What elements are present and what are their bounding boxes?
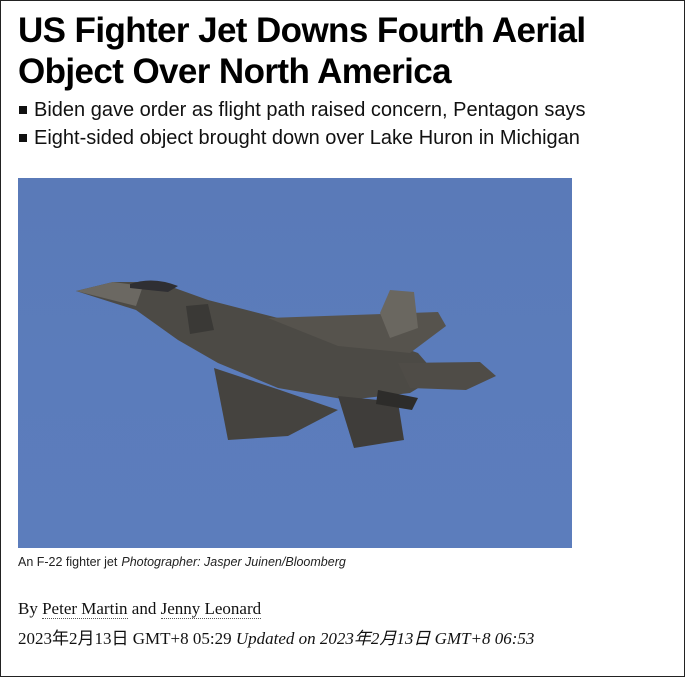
summary-bullet-text: Biden gave order as flight path raised c… <box>34 99 586 121</box>
fighter-jet-illustration <box>76 280 496 448</box>
byline: By Peter Martin and Jenny Leonard <box>18 599 262 619</box>
author-link-jenny-leonard[interactable]: Jenny Leonard <box>160 599 262 619</box>
photo-caption: An F-22 fighter jet Photographer: Jasper … <box>18 555 346 569</box>
caption-text: An F-22 fighter jet <box>18 555 118 569</box>
article-headline: US Fighter Jet Downs Fourth Aerial Objec… <box>18 11 586 91</box>
updated-date: Updated on 2023年2月13日 GMT+8 06:53 <box>235 629 535 648</box>
summary-bullets: Biden gave order as flight path raised c… <box>18 96 678 152</box>
jet-stabilizer <box>398 362 496 390</box>
article-photo[interactable] <box>18 178 572 548</box>
author-link-peter-martin[interactable]: Peter Martin <box>42 599 128 619</box>
summary-bullet: Eight-sided object brought down over Lak… <box>18 124 678 152</box>
byline-conjunction: and <box>131 599 157 618</box>
summary-bullet-text: Eight-sided object brought down over Lak… <box>34 127 580 149</box>
article-dates: 2023年2月13日 GMT+8 05:29 Updated on 2023年2… <box>18 626 578 652</box>
summary-bullet: Biden gave order as flight path raised c… <box>18 96 678 124</box>
square-bullet-icon <box>19 134 27 142</box>
byline-prefix: By <box>18 599 38 618</box>
photo-credit: Photographer: Jasper Juinen/Bloomberg <box>121 555 346 569</box>
square-bullet-icon <box>19 106 27 114</box>
published-date: 2023年2月13日 GMT+8 05:29 <box>18 629 232 648</box>
